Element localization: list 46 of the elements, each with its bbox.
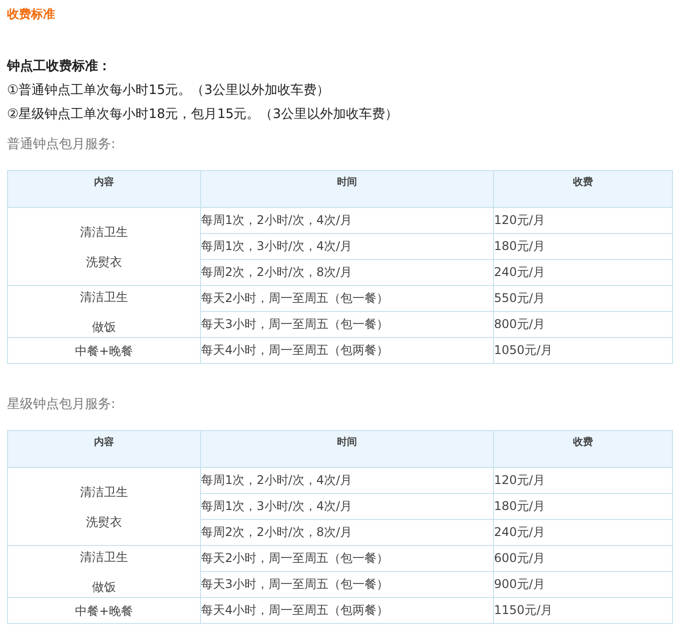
header-cell: 收费 <box>494 430 672 468</box>
table-cell: 550元/月 <box>494 286 672 312</box>
table-cell: 清洁卫生 <box>80 484 128 500</box>
section-heading: 收费标准 <box>7 6 55 22</box>
table-cell: 中餐+晚餐 <box>74 602 134 618</box>
table-cell: 1050元/月 <box>494 338 672 364</box>
table-cell: 每天3小时，周一至周五（包一餐） <box>200 312 494 338</box>
section-title: 普通钟点包月服务: <box>7 136 116 154</box>
intro-text: ②星级钟点工单次每小时18元，包月15元。（3公里以外加收车费） <box>7 106 398 124</box>
table-cell: 每周2次，2小时/次，8次/月 <box>200 260 494 286</box>
header-cell: 时间 <box>200 430 494 468</box>
table-cell: 800元/月 <box>494 312 672 338</box>
table-cell: 清洁卫生 <box>80 548 128 564</box>
table-cell: 每周1次，2小时/次，4次/月 <box>200 208 494 234</box>
table-cell: 180元/月 <box>494 234 672 260</box>
table-cell: 洗熨衣 <box>86 254 122 270</box>
table-cell: 每周2次，2小时/次，8次/月 <box>200 520 494 546</box>
intro-text: ①普通钟点工单次每小时15元。（3公里以外加收车费） <box>7 82 330 100</box>
header-cell: 内容 <box>8 430 200 468</box>
table-cell: 每周1次，3小时/次，4次/月 <box>200 234 494 260</box>
table-cell: 洗熨衣 <box>86 514 122 530</box>
table-cell: 清洁卫生 <box>80 224 128 240</box>
table-cell: 每天3小时，周一至周五（包一餐） <box>200 572 494 598</box>
table-cell: 每天2小时，周一至周五（包一餐） <box>200 546 494 572</box>
table-cell: 清洁卫生 <box>80 288 128 304</box>
table-cell: 每周1次，3小时/次，4次/月 <box>200 494 494 520</box>
table-cell: 120元/月 <box>494 208 672 234</box>
header-cell: 时间 <box>200 170 494 208</box>
table-cell: 1150元/月 <box>494 598 672 624</box>
table-cell: 做饭 <box>92 578 116 594</box>
section-title: 星级钟点包月服务: <box>7 396 116 414</box>
table-cell: 180元/月 <box>494 494 672 520</box>
table-cell: 每天4小时，周一至周五（包两餐） <box>200 338 494 364</box>
table-cell: 240元/月 <box>494 260 672 286</box>
table-cell: 900元/月 <box>494 572 672 598</box>
table-cell: 600元/月 <box>494 546 672 572</box>
intro-title: 钟点工收费标准： <box>7 58 111 76</box>
table-cell: 每周1次，2小时/次，4次/月 <box>200 468 494 494</box>
table-cell: 每天4小时，周一至周五（包两餐） <box>200 598 494 624</box>
table-cell: 中餐+晚餐 <box>74 342 134 358</box>
table-cell: 每天2小时，周一至周五（包一餐） <box>200 286 494 312</box>
header-cell: 内容 <box>8 170 200 208</box>
table-cell: 240元/月 <box>494 520 672 546</box>
table-cell: 做饭 <box>92 318 116 334</box>
header-cell: 收费 <box>494 170 672 208</box>
table-cell: 120元/月 <box>494 468 672 494</box>
